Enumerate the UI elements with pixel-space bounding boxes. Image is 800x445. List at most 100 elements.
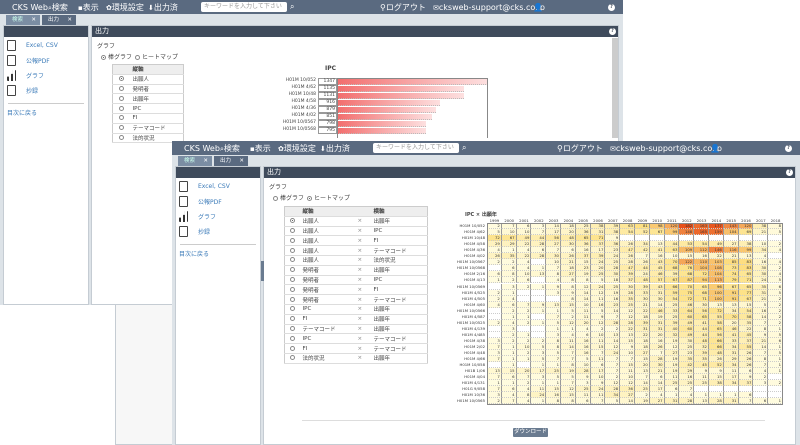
splitter-handle[interactable] bbox=[261, 261, 264, 281]
radio-icon[interactable] bbox=[290, 316, 296, 322]
close-tab-icon[interactable]: ✕ bbox=[203, 156, 208, 166]
radio-icon[interactable] bbox=[119, 115, 125, 121]
axis-pair-row[interactable]: IPC × テーマコード bbox=[284, 333, 428, 345]
radio-icon[interactable] bbox=[273, 196, 278, 201]
keyword-search-input[interactable]: キーワードを入力して下さい bbox=[373, 143, 459, 153]
radio-icon[interactable] bbox=[119, 134, 125, 140]
settings-menu[interactable]: ✿環境設定 bbox=[106, 2, 144, 13]
user-icon[interactable]: 👤 bbox=[533, 3, 543, 12]
axis-pair-row[interactable]: 出願人 × 法的状況 bbox=[284, 255, 428, 266]
radio-icon[interactable] bbox=[119, 105, 125, 111]
help-icon[interactable]: ? bbox=[608, 3, 615, 11]
axis-pair-row[interactable]: 出願人 × テーマコード bbox=[284, 245, 428, 256]
radio-icon[interactable] bbox=[101, 55, 106, 60]
radio-icon[interactable] bbox=[119, 95, 125, 101]
keyword-search-input[interactable]: キーワードを入力して下さい bbox=[201, 2, 287, 12]
radio-icon[interactable] bbox=[290, 276, 296, 282]
graph-type-radio-bar[interactable]: 棒グラフ bbox=[101, 52, 132, 61]
axis-option-row[interactable]: 発明者 bbox=[112, 84, 184, 95]
sidebar-item-pdf[interactable]: 公報PDF bbox=[179, 196, 222, 207]
tab-search[interactable]: 検索 ✕ bbox=[178, 156, 212, 166]
exported-menu[interactable]: ⬇出力済 bbox=[148, 2, 178, 13]
exported-menu[interactable]: ⬇出力済 bbox=[320, 143, 350, 154]
axis-pair-row[interactable]: 発明者 × テーマコード bbox=[284, 294, 428, 305]
radio-icon[interactable] bbox=[290, 267, 296, 273]
search-submit-icon[interactable]: ⌕ bbox=[462, 143, 466, 153]
axis-pair-row[interactable]: 出願人 × FI bbox=[284, 235, 428, 247]
radio-icon[interactable] bbox=[290, 247, 296, 253]
axis-option-row[interactable]: 出願年 bbox=[112, 93, 184, 105]
axis-pair-row[interactable]: IPC × 出願年 bbox=[284, 304, 428, 315]
axis-pair-row[interactable]: 出願人 × IPC bbox=[284, 226, 428, 237]
search-menu[interactable]: ⌕検索 bbox=[48, 2, 68, 13]
graph-type-radio-heatmap[interactable]: ヒートマップ bbox=[307, 193, 350, 202]
back-to-toc-link[interactable]: 目次に戻る bbox=[7, 108, 37, 117]
close-tab-icon[interactable]: ✕ bbox=[67, 15, 72, 25]
back-to-toc-link[interactable]: 目次に戻る bbox=[179, 249, 209, 258]
support-email-link[interactable]: ✉cksweb-support@cks.co.jp bbox=[433, 3, 545, 12]
sidebar-item-label: Excel, CSV bbox=[198, 183, 230, 190]
user-icon[interactable]: 👤 bbox=[710, 144, 720, 153]
axis-pair-row[interactable]: テーマコード × 出願年 bbox=[284, 324, 428, 335]
axis-pair-row[interactable]: 発明者 × IPC bbox=[284, 275, 428, 286]
heatmap-cell: 4 bbox=[516, 398, 532, 405]
view-menu-label: 表示 bbox=[254, 143, 271, 153]
view-menu[interactable]: ▪表示 bbox=[250, 143, 271, 154]
radio-icon[interactable] bbox=[135, 55, 140, 60]
radio-icon[interactable] bbox=[119, 125, 125, 131]
tab-output[interactable]: 出力 ✕ bbox=[214, 156, 248, 166]
radio-icon[interactable] bbox=[307, 196, 312, 201]
sidebar-item-abstract[interactable]: 抄録 bbox=[179, 226, 210, 237]
sidebar-item-abstract[interactable]: 抄録 bbox=[7, 85, 38, 96]
axis-pair-row[interactable]: FI × テーマコード bbox=[284, 343, 428, 354]
radio-icon[interactable] bbox=[290, 345, 296, 351]
sidebar-item-label: 公報PDF bbox=[26, 58, 50, 65]
axis-pair-row[interactable]: 発明者 × 出願年 bbox=[284, 265, 428, 276]
support-email-link[interactable]: ✉cksweb-support@cks.co.jp bbox=[610, 144, 722, 153]
radio-icon[interactable] bbox=[290, 335, 296, 341]
graph-type-radio-heatmap[interactable]: ヒートマップ bbox=[135, 52, 178, 61]
axis-pair-row[interactable]: 法的状況 × 出願年 bbox=[284, 353, 428, 364]
view-menu[interactable]: ▪表示 bbox=[78, 2, 99, 13]
tab-output[interactable]: 出力 ✕ bbox=[42, 15, 76, 25]
logout-link[interactable]: ⚲ログアウト bbox=[557, 143, 603, 154]
sidebar-item-graph[interactable]: グラフ bbox=[179, 211, 216, 222]
panel-help-icon[interactable]: ? bbox=[609, 28, 616, 35]
sidebar-item-excel-csv[interactable]: Excel, CSV bbox=[179, 181, 230, 192]
panel-help-icon[interactable]: ? bbox=[786, 169, 793, 176]
axis-pair-row[interactable]: FI × 出願年 bbox=[284, 314, 428, 325]
radio-icon[interactable] bbox=[290, 306, 296, 312]
download-button[interactable]: ダウンロード bbox=[513, 428, 548, 437]
axis-pair-row[interactable]: 出願人 × 出願年 bbox=[284, 216, 428, 227]
tab-search[interactable]: 検索 ✕ bbox=[6, 15, 40, 25]
sidebar-item-excel-csv[interactable]: Excel, CSV bbox=[7, 40, 58, 51]
app-title[interactable]: CKS Web bbox=[12, 3, 48, 12]
axis-option-row[interactable]: IPC bbox=[112, 103, 184, 114]
search-submit-icon[interactable]: ⌕ bbox=[290, 2, 294, 12]
radio-icon[interactable] bbox=[290, 325, 296, 331]
logout-link[interactable]: ⚲ログアウト bbox=[380, 2, 426, 13]
graph-type-radio-bar[interactable]: 棒グラフ bbox=[273, 193, 304, 202]
radio-icon[interactable] bbox=[290, 257, 296, 263]
radio-icon[interactable] bbox=[290, 296, 296, 302]
radio-icon[interactable] bbox=[290, 286, 296, 292]
search-menu[interactable]: ⌕検索 bbox=[220, 143, 240, 154]
sidebar-item-graph[interactable]: グラフ bbox=[7, 70, 44, 81]
close-tab-icon[interactable]: ✕ bbox=[31, 15, 36, 25]
help-icon[interactable]: ? bbox=[785, 144, 792, 152]
app-title[interactable]: CKS Web bbox=[184, 144, 220, 153]
radio-icon[interactable] bbox=[290, 218, 296, 224]
axis-pair-row[interactable]: 発明者 × FI bbox=[284, 284, 428, 296]
radio-icon[interactable] bbox=[290, 227, 296, 233]
close-tab-icon[interactable]: ✕ bbox=[239, 156, 244, 166]
settings-menu[interactable]: ✿環境設定 bbox=[278, 143, 316, 154]
radio-icon[interactable] bbox=[290, 355, 296, 361]
scrollbar[interactable] bbox=[612, 38, 618, 138]
sidebar-item-pdf[interactable]: 公報PDF bbox=[7, 55, 50, 66]
axis-option-row[interactable]: 出願人 bbox=[112, 74, 184, 85]
radio-icon[interactable] bbox=[119, 85, 125, 91]
radio-icon[interactable] bbox=[290, 237, 296, 243]
axis-option-row[interactable]: FI bbox=[112, 113, 184, 124]
axis-option-row[interactable]: テーマコード bbox=[112, 123, 184, 134]
radio-icon[interactable] bbox=[119, 76, 125, 82]
